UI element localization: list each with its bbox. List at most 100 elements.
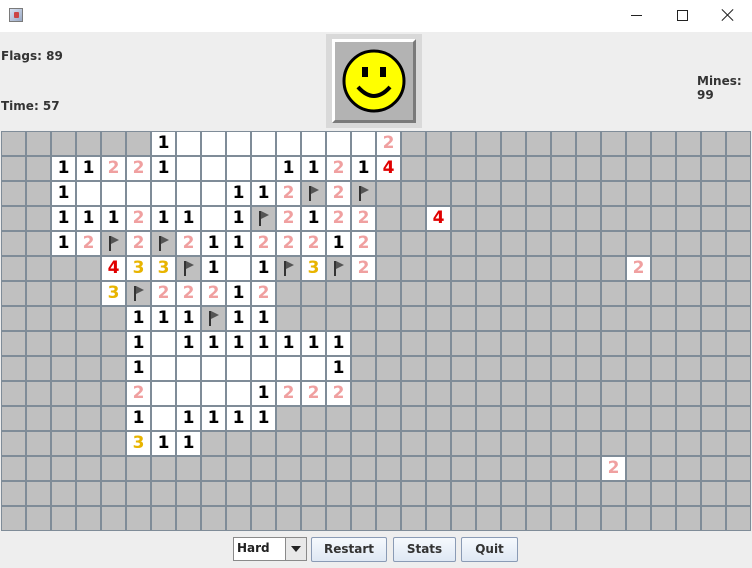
flagged-cell[interactable] bbox=[352, 182, 375, 205]
hidden-cell[interactable] bbox=[527, 332, 550, 355]
hidden-cell[interactable] bbox=[577, 257, 600, 280]
hidden-cell[interactable] bbox=[702, 132, 725, 155]
hidden-cell[interactable] bbox=[677, 257, 700, 280]
hidden-cell[interactable] bbox=[602, 382, 625, 405]
hidden-cell[interactable] bbox=[327, 432, 350, 455]
revealed-number-cell[interactable]: 1 bbox=[227, 207, 250, 230]
revealed-number-cell[interactable]: 4 bbox=[102, 257, 125, 280]
hidden-cell[interactable] bbox=[627, 207, 650, 230]
hidden-cell[interactable] bbox=[602, 432, 625, 455]
hidden-cell[interactable] bbox=[302, 432, 325, 455]
hidden-cell[interactable] bbox=[452, 407, 475, 430]
hidden-cell[interactable] bbox=[2, 457, 25, 480]
revealed-empty-cell[interactable] bbox=[252, 132, 275, 155]
hidden-cell[interactable] bbox=[52, 132, 75, 155]
hidden-cell[interactable] bbox=[627, 282, 650, 305]
hidden-cell[interactable] bbox=[727, 482, 750, 505]
hidden-cell[interactable] bbox=[652, 457, 675, 480]
hidden-cell[interactable] bbox=[552, 182, 575, 205]
revealed-number-cell[interactable]: 1 bbox=[127, 332, 150, 355]
hidden-cell[interactable] bbox=[377, 257, 400, 280]
hidden-cell[interactable] bbox=[152, 507, 175, 530]
revealed-number-cell[interactable]: 2 bbox=[327, 157, 350, 180]
hidden-cell[interactable] bbox=[427, 132, 450, 155]
revealed-number-cell[interactable]: 1 bbox=[177, 307, 200, 330]
hidden-cell[interactable] bbox=[502, 157, 525, 180]
hidden-cell[interactable] bbox=[377, 507, 400, 530]
flagged-cell[interactable] bbox=[202, 307, 225, 330]
hidden-cell[interactable] bbox=[452, 332, 475, 355]
hidden-cell[interactable] bbox=[452, 207, 475, 230]
hidden-cell[interactable] bbox=[327, 407, 350, 430]
hidden-cell[interactable] bbox=[477, 332, 500, 355]
hidden-cell[interactable] bbox=[502, 457, 525, 480]
hidden-cell[interactable] bbox=[477, 132, 500, 155]
hidden-cell[interactable] bbox=[327, 507, 350, 530]
hidden-cell[interactable] bbox=[652, 157, 675, 180]
hidden-cell[interactable] bbox=[577, 282, 600, 305]
revealed-number-cell[interactable]: 1 bbox=[302, 207, 325, 230]
hidden-cell[interactable] bbox=[77, 357, 100, 380]
hidden-cell[interactable] bbox=[377, 332, 400, 355]
revealed-number-cell[interactable]: 1 bbox=[52, 157, 75, 180]
hidden-cell[interactable] bbox=[652, 482, 675, 505]
hidden-cell[interactable] bbox=[477, 357, 500, 380]
hidden-cell[interactable] bbox=[427, 232, 450, 255]
hidden-cell[interactable] bbox=[577, 432, 600, 455]
hidden-cell[interactable] bbox=[502, 357, 525, 380]
hidden-cell[interactable] bbox=[502, 482, 525, 505]
hidden-cell[interactable] bbox=[52, 282, 75, 305]
hidden-cell[interactable] bbox=[702, 332, 725, 355]
revealed-number-cell[interactable]: 2 bbox=[352, 232, 375, 255]
hidden-cell[interactable] bbox=[352, 282, 375, 305]
hidden-cell[interactable] bbox=[402, 357, 425, 380]
hidden-cell[interactable] bbox=[627, 232, 650, 255]
hidden-cell[interactable] bbox=[77, 282, 100, 305]
revealed-number-cell[interactable]: 2 bbox=[127, 382, 150, 405]
hidden-cell[interactable] bbox=[727, 257, 750, 280]
hidden-cell[interactable] bbox=[677, 207, 700, 230]
hidden-cell[interactable] bbox=[2, 432, 25, 455]
hidden-cell[interactable] bbox=[677, 332, 700, 355]
hidden-cell[interactable] bbox=[527, 507, 550, 530]
hidden-cell[interactable] bbox=[102, 307, 125, 330]
hidden-cell[interactable] bbox=[477, 157, 500, 180]
hidden-cell[interactable] bbox=[477, 432, 500, 455]
hidden-cell[interactable] bbox=[452, 307, 475, 330]
revealed-number-cell[interactable]: 2 bbox=[277, 382, 300, 405]
hidden-cell[interactable] bbox=[627, 482, 650, 505]
hidden-cell[interactable] bbox=[102, 457, 125, 480]
revealed-number-cell[interactable]: 2 bbox=[627, 257, 650, 280]
hidden-cell[interactable] bbox=[202, 482, 225, 505]
hidden-cell[interactable] bbox=[727, 182, 750, 205]
hidden-cell[interactable] bbox=[27, 432, 50, 455]
hidden-cell[interactable] bbox=[427, 407, 450, 430]
hidden-cell[interactable] bbox=[652, 307, 675, 330]
hidden-cell[interactable] bbox=[702, 157, 725, 180]
hidden-cell[interactable] bbox=[527, 432, 550, 455]
revealed-empty-cell[interactable] bbox=[302, 132, 325, 155]
hidden-cell[interactable] bbox=[677, 132, 700, 155]
revealed-number-cell[interactable]: 1 bbox=[177, 207, 200, 230]
hidden-cell[interactable] bbox=[377, 207, 400, 230]
hidden-cell[interactable] bbox=[202, 432, 225, 455]
hidden-cell[interactable] bbox=[427, 357, 450, 380]
hidden-cell[interactable] bbox=[252, 457, 275, 480]
hidden-cell[interactable] bbox=[427, 507, 450, 530]
revealed-number-cell[interactable]: 1 bbox=[277, 332, 300, 355]
hidden-cell[interactable] bbox=[202, 507, 225, 530]
hidden-cell[interactable] bbox=[2, 307, 25, 330]
maximize-button[interactable] bbox=[659, 0, 705, 32]
hidden-cell[interactable] bbox=[527, 207, 550, 230]
hidden-cell[interactable] bbox=[52, 257, 75, 280]
hidden-cell[interactable] bbox=[502, 507, 525, 530]
revealed-empty-cell[interactable] bbox=[202, 132, 225, 155]
hidden-cell[interactable] bbox=[502, 307, 525, 330]
hidden-cell[interactable] bbox=[427, 257, 450, 280]
hidden-cell[interactable] bbox=[77, 382, 100, 405]
hidden-cell[interactable] bbox=[377, 382, 400, 405]
hidden-cell[interactable] bbox=[602, 332, 625, 355]
revealed-number-cell[interactable]: 1 bbox=[327, 332, 350, 355]
hidden-cell[interactable] bbox=[702, 382, 725, 405]
hidden-cell[interactable] bbox=[27, 307, 50, 330]
